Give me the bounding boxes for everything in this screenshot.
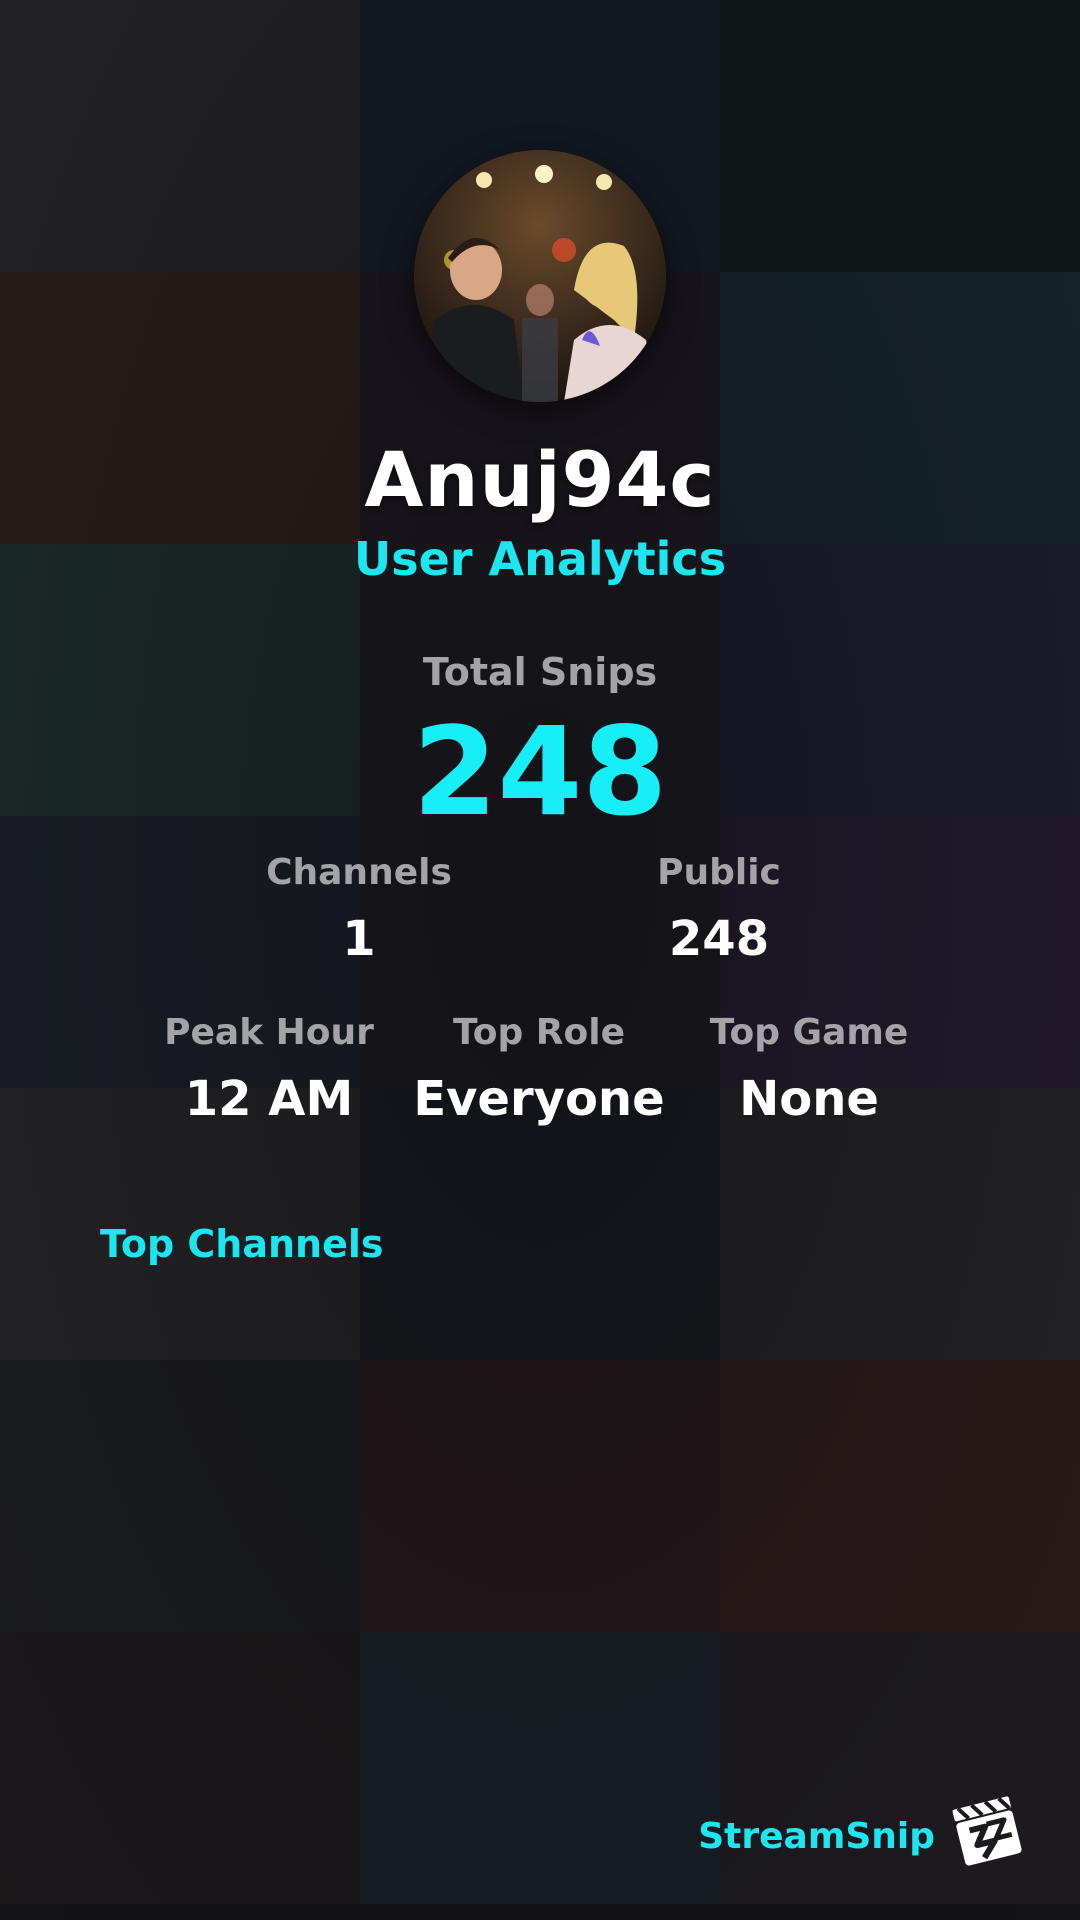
top-game-value: None [739, 1071, 879, 1127]
top-role-label: Top Role [452, 1012, 626, 1053]
analytics-card: Anuj94c User Analytics Total Snips 248 C… [0, 0, 1080, 1920]
top-channels-heading: Top Channels [100, 1222, 384, 1266]
peak-hour-label: Peak Hour [164, 1012, 374, 1053]
username: Anuj94c [364, 435, 716, 524]
total-snips-label: Total Snips [422, 650, 658, 694]
clapperboard-logo-icon [948, 1790, 1028, 1870]
top-role-stat: Top Role Everyone [389, 1012, 689, 1127]
brand-name: StreamSnip [698, 1816, 935, 1857]
public-stat: Public 248 [569, 852, 869, 967]
channels-label: Channels [266, 852, 452, 893]
top-game-label: Top Game [709, 1012, 909, 1053]
top-game-stat: Top Game None [659, 1012, 959, 1127]
profile-photo-icon [414, 150, 666, 402]
page-subtitle: User Analytics [353, 532, 727, 586]
channels-stat: Channels 1 [209, 852, 509, 967]
channels-value: 1 [342, 911, 376, 967]
peak-hour-stat: Peak Hour 12 AM [119, 1012, 419, 1127]
public-label: Public [657, 852, 781, 893]
public-value: 248 [668, 911, 770, 967]
peak-hour-value: 12 AM [184, 1071, 354, 1127]
avatar[interactable] [414, 150, 666, 402]
total-snips-value: 248 [412, 701, 668, 843]
top-role-value: Everyone [413, 1071, 665, 1127]
